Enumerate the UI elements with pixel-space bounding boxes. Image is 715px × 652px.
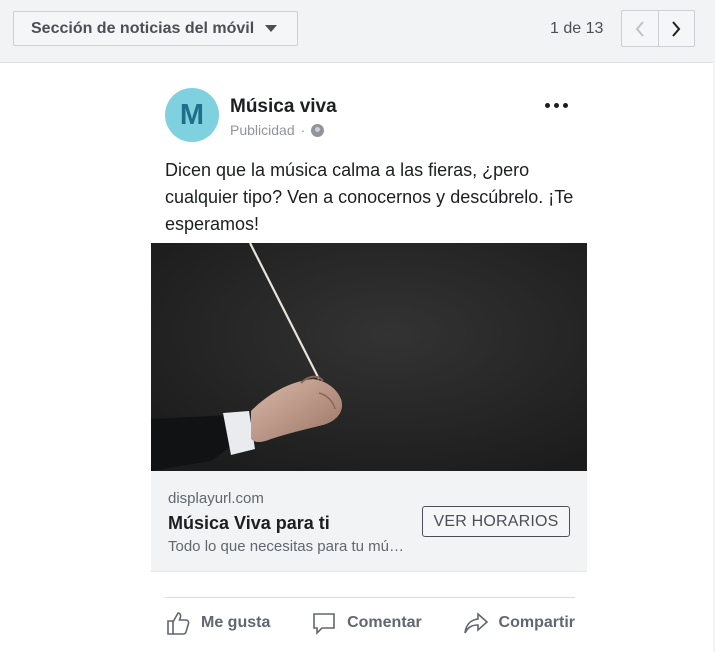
preview-toolbar: Sección de noticias del móvil 1 de 13 — [0, 0, 715, 62]
link-box[interactable]: displayurl.com Música Viva para ti Todo … — [151, 471, 587, 572]
share-icon — [463, 612, 488, 634]
more-options-button[interactable] — [545, 103, 568, 108]
post-text: Dicen que la música calma a las fieras, … — [165, 160, 574, 234]
globe-icon — [311, 123, 325, 137]
share-button[interactable]: Compartir — [463, 607, 575, 639]
dot-icon — [545, 103, 550, 108]
placement-dropdown[interactable]: Sección de noticias del móvil — [13, 11, 298, 46]
comment-label: Comentar — [347, 614, 422, 631]
conductor-hand-image — [151, 243, 587, 471]
divider — [165, 597, 575, 598]
dot-icon — [563, 103, 568, 108]
placement-label: Sección de noticias del móvil — [31, 19, 255, 37]
page-counter: 1 de 13 — [550, 20, 604, 37]
thumbs-up-icon — [167, 612, 190, 635]
preview-frame: M Música viva Publicidad · Dicen que la … — [0, 62, 713, 652]
chevron-left-icon — [635, 20, 644, 37]
link-headline: Música Viva para ti — [168, 513, 330, 533]
page-name[interactable]: Música viva — [230, 96, 337, 118]
like-label: Me gusta — [201, 614, 271, 631]
previous-button[interactable] — [622, 11, 658, 46]
link-description: Todo lo que necesitas para tu música — [168, 538, 408, 555]
chevron-right-icon — [672, 20, 681, 37]
ad-image[interactable] — [151, 243, 587, 471]
dot-icon — [554, 103, 559, 108]
comment-icon — [313, 613, 335, 635]
share-label: Compartir — [498, 614, 575, 631]
action-bar: Me gusta Comentar Compartir — [165, 607, 575, 639]
sponsored-line: Publicidad · — [230, 122, 325, 138]
caret-down-icon — [265, 25, 278, 32]
sponsored-label: Publicidad — [230, 122, 295, 138]
separator: · — [300, 122, 306, 138]
next-button[interactable] — [657, 11, 695, 46]
cta-button[interactable]: VER HORARIOS — [422, 506, 570, 537]
like-button[interactable]: Me gusta — [165, 607, 270, 639]
pager — [621, 10, 695, 47]
display-url: displayurl.com — [168, 490, 264, 507]
comment-button[interactable]: Comentar — [311, 607, 422, 639]
avatar[interactable]: M — [165, 88, 219, 142]
